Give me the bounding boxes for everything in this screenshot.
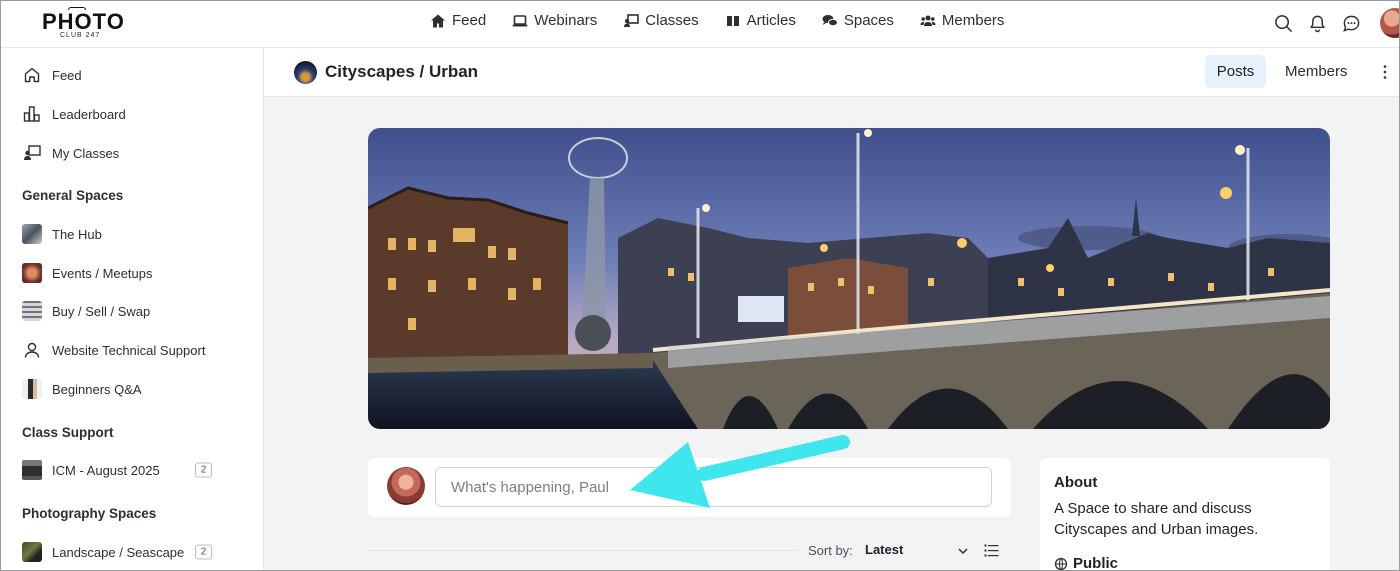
nav-feed[interactable]: Feed bbox=[430, 12, 486, 29]
sidebar: Feed Leaderboard My Classes General Spac… bbox=[0, 48, 264, 571]
space-banner-image bbox=[368, 128, 1330, 429]
page-title: Cityscapes / Urban bbox=[325, 62, 479, 81]
nav-classes[interactable]: Classes bbox=[623, 12, 699, 29]
search-icon bbox=[1274, 14, 1292, 32]
chevron-down-icon[interactable] bbox=[957, 545, 969, 557]
sidebar-item-label: My Classes bbox=[52, 145, 120, 161]
laptop-icon bbox=[512, 14, 528, 26]
list-view-icon[interactable] bbox=[984, 543, 999, 558]
top-bar: PHOTO CLUB 247 Feed Webinars Classes Art… bbox=[0, 0, 1400, 48]
search-button[interactable] bbox=[1272, 12, 1294, 34]
teacher-board-icon bbox=[22, 143, 42, 163]
tab-posts[interactable]: Posts bbox=[1205, 55, 1266, 88]
space-thumb-icon bbox=[22, 379, 42, 399]
space-thumb-icon bbox=[22, 263, 42, 283]
post-composer bbox=[368, 458, 1011, 517]
logo-sub: CLUB 247 bbox=[60, 32, 101, 39]
public-globe-icon bbox=[1054, 557, 1068, 570]
chart-bars-icon bbox=[22, 104, 42, 124]
photography-spaces-heading: Photography Spaces bbox=[22, 506, 157, 521]
camera-thumb-icon bbox=[22, 460, 42, 480]
user-outline-icon bbox=[22, 340, 42, 360]
class-support-heading: Class Support bbox=[22, 425, 114, 440]
about-description: A Space to share and discuss Cityscapes … bbox=[1054, 500, 1259, 538]
tab-members[interactable]: Members bbox=[1285, 55, 1348, 88]
users-icon bbox=[920, 15, 936, 26]
space-thumb-icon bbox=[22, 542, 42, 562]
comments-icon bbox=[822, 14, 838, 26]
sidebar-item-landscape[interactable]: Landscape / Seascape 2 bbox=[22, 542, 242, 562]
space-header: Cityscapes / Urban Posts Members bbox=[264, 48, 1400, 97]
home-outline-icon bbox=[22, 65, 42, 85]
space-thumb-icon bbox=[22, 301, 42, 321]
sidebar-item-label: Events / Meetups bbox=[52, 265, 153, 281]
chat-icon bbox=[1342, 15, 1359, 32]
sidebar-item-label: Beginners Q&A bbox=[52, 381, 142, 397]
sidebar-item-buy-sell-swap[interactable]: Buy / Sell / Swap bbox=[22, 301, 242, 321]
sidebar-item-beginners-qa[interactable]: Beginners Q&A bbox=[22, 379, 242, 399]
sidebar-item-events[interactable]: Events / Meetups bbox=[22, 263, 242, 283]
nav-webinars[interactable]: Webinars bbox=[512, 12, 597, 29]
nav-members[interactable]: Members bbox=[920, 12, 1005, 29]
space-thumb-icon bbox=[22, 224, 42, 244]
about-title: About bbox=[1054, 474, 1098, 491]
site-logo[interactable]: PHOTO CLUB 247 bbox=[42, 7, 124, 41]
sidebar-item-the-hub[interactable]: The Hub bbox=[22, 224, 242, 244]
teacher-icon bbox=[624, 13, 640, 27]
divider bbox=[368, 550, 798, 551]
more-options-icon[interactable] bbox=[1380, 62, 1390, 82]
sidebar-item-label: Buy / Sell / Swap bbox=[52, 303, 151, 319]
notifications-button[interactable] bbox=[1306, 12, 1328, 34]
sort-label: Sort by: bbox=[808, 543, 853, 558]
nav-articles[interactable]: Articles bbox=[725, 12, 796, 29]
book-icon bbox=[726, 15, 739, 26]
nav-members-label: Members bbox=[941, 12, 1005, 29]
nav-spaces-label: Spaces bbox=[843, 12, 894, 29]
main-nav: Feed Webinars Classes Articles Spaces Me… bbox=[430, 12, 1004, 29]
sidebar-item-label: The Hub bbox=[52, 226, 102, 242]
sidebar-item-label: Leaderboard bbox=[52, 106, 126, 122]
bell-icon bbox=[1309, 15, 1325, 32]
about-card: About A Space to share and discuss Citys… bbox=[1040, 458, 1330, 571]
avatar bbox=[387, 467, 425, 505]
unread-count-badge: 2 bbox=[195, 544, 212, 560]
nav-articles-label: Articles bbox=[746, 12, 796, 29]
sidebar-item-icm[interactable]: ICM - August 2025 2 bbox=[22, 460, 242, 480]
sidebar-item-leaderboard[interactable]: Leaderboard bbox=[22, 104, 242, 124]
sidebar-item-label: Landscape / Seascape bbox=[52, 544, 185, 560]
unread-count-badge: 2 bbox=[195, 462, 212, 478]
messages-button[interactable] bbox=[1340, 12, 1362, 34]
nav-classes-label: Classes bbox=[645, 12, 699, 29]
post-input[interactable] bbox=[435, 467, 992, 507]
sidebar-item-label: ICM - August 2025 bbox=[52, 462, 160, 478]
sort-select[interactable]: Latest bbox=[865, 542, 903, 557]
visibility-row: Public bbox=[1054, 555, 1118, 571]
top-right-icons bbox=[1272, 8, 1400, 38]
general-spaces-heading: General Spaces bbox=[22, 188, 124, 203]
nav-webinars-label: Webinars bbox=[534, 12, 598, 29]
home-icon bbox=[431, 14, 445, 27]
nav-spaces[interactable]: Spaces bbox=[822, 12, 894, 29]
visibility-label: Public bbox=[1073, 555, 1119, 571]
sidebar-item-feed[interactable]: Feed bbox=[22, 65, 242, 85]
sidebar-item-tech-support[interactable]: Website Technical Support bbox=[22, 340, 242, 360]
sidebar-item-my-classes[interactable]: My Classes bbox=[22, 143, 242, 163]
avatar[interactable] bbox=[1380, 8, 1400, 38]
nav-feed-label: Feed bbox=[452, 12, 487, 29]
sidebar-item-label: Feed bbox=[52, 67, 82, 83]
space-avatar bbox=[294, 61, 317, 84]
sidebar-item-label: Website Technical Support bbox=[52, 342, 206, 358]
